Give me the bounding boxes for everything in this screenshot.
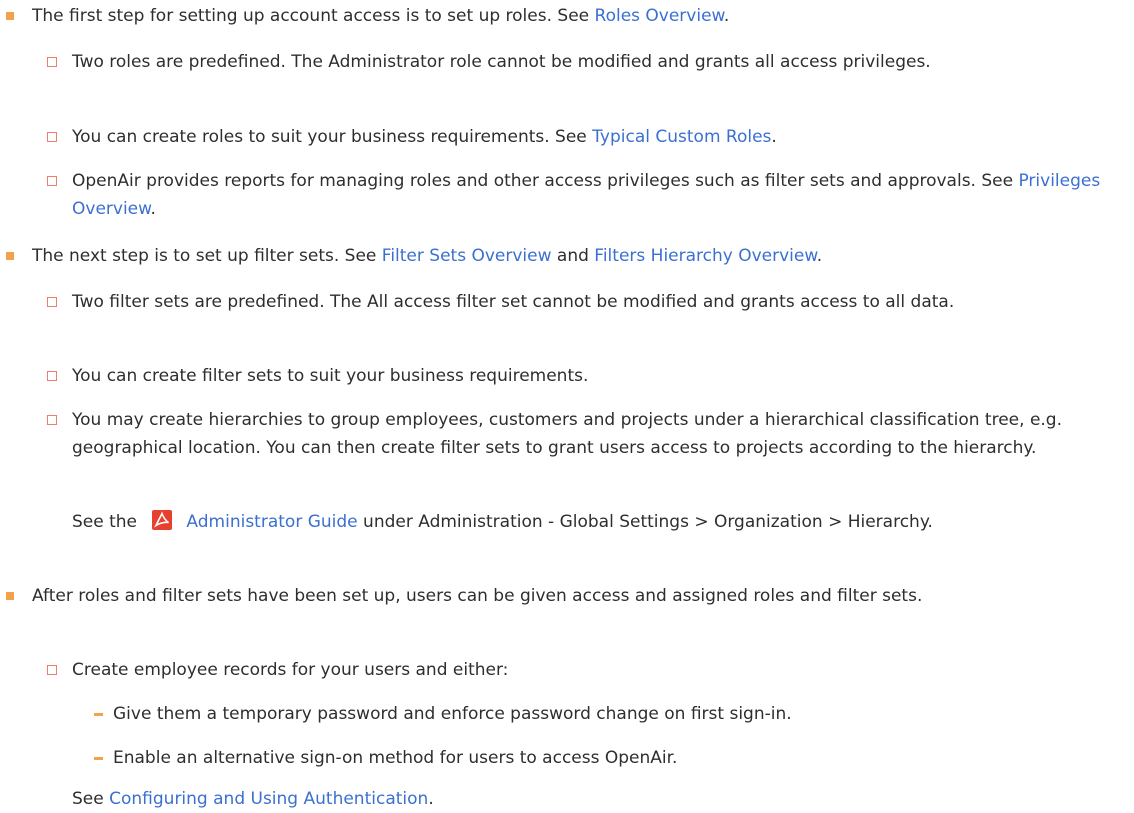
item-text: Two roles are predefined. The Administra… bbox=[72, 52, 931, 72]
item-text: The next step is to set up filter sets. … bbox=[32, 246, 382, 266]
item-text: You can create roles to suit your busine… bbox=[72, 127, 593, 147]
item-text: Enable an alternative sign-on method for… bbox=[113, 748, 678, 768]
bullet-hollow-square-icon bbox=[47, 132, 57, 142]
document-body: The first step for setting up account ac… bbox=[0, 0, 1134, 812]
item-text: Two filter sets are predefined. The All … bbox=[72, 292, 955, 312]
item-text: Create employee records for your users a… bbox=[72, 660, 509, 680]
item-text-end: . bbox=[150, 199, 156, 219]
link-configuring-authentication[interactable]: Configuring and Using Authentication bbox=[109, 789, 428, 809]
note-text: See bbox=[72, 789, 110, 809]
list-item-filter-sets-step: The next step is to set up filter sets. … bbox=[6, 242, 1107, 270]
list-item-predefined-filter-sets: Two filter sets are predefined. The All … bbox=[47, 288, 1117, 316]
bullet-dash-icon bbox=[94, 713, 103, 716]
item-text-mid: and bbox=[551, 246, 595, 266]
list-item-reports: OpenAir provides reports for managing ro… bbox=[47, 167, 1117, 223]
bullet-hollow-square-icon bbox=[47, 176, 57, 186]
bullet-hollow-square-icon bbox=[47, 57, 57, 67]
bullet-hollow-square-icon bbox=[47, 665, 57, 675]
list-item-users-access: After roles and filter sets have been se… bbox=[6, 582, 1107, 610]
item-text-end: . bbox=[816, 246, 823, 266]
bullet-hollow-square-icon bbox=[47, 415, 57, 425]
item-text: You may create hierarchies to group empl… bbox=[72, 410, 1063, 458]
bullet-square-icon bbox=[6, 252, 14, 260]
note-authentication: See Configuring and Using Authentication… bbox=[72, 785, 1112, 813]
bullet-square-icon bbox=[6, 12, 14, 20]
list-item-create-filter-sets: You can create filter sets to suit your … bbox=[47, 362, 1117, 390]
list-item-create-roles: You can create roles to suit your busine… bbox=[47, 123, 1117, 151]
list-item-alternative-sign-on: Enable an alternative sign-on method for… bbox=[94, 744, 1103, 772]
note-text-end: . bbox=[428, 789, 434, 809]
link-typical-custom-roles[interactable]: Typical Custom Roles bbox=[592, 127, 771, 147]
bullet-dash-icon bbox=[94, 757, 103, 760]
link-filters-hierarchy-overview[interactable]: Filters Hierarchy Overview bbox=[594, 246, 816, 266]
note-administrator-guide: See the Administrator Guide under Admini… bbox=[72, 508, 1112, 536]
link-roles-overview[interactable]: Roles Overview bbox=[595, 6, 724, 26]
link-administrator-guide[interactable]: Administrator Guide bbox=[186, 512, 357, 532]
pdf-icon[interactable] bbox=[152, 510, 173, 530]
bullet-hollow-square-icon bbox=[47, 371, 57, 381]
item-text: You can create filter sets to suit your … bbox=[72, 366, 589, 386]
item-text: OpenAir provides reports for managing ro… bbox=[72, 171, 1019, 191]
list-item-employee-records: Create employee records for your users a… bbox=[47, 656, 1117, 684]
note-text: See the bbox=[72, 512, 143, 532]
bullet-hollow-square-icon bbox=[47, 297, 57, 307]
list-item-hierarchies: You may create hierarchies to group empl… bbox=[47, 406, 1117, 462]
item-text: After roles and filter sets have been se… bbox=[32, 586, 923, 606]
item-text-end: . bbox=[771, 127, 777, 147]
item-text-end: . bbox=[723, 6, 730, 26]
note-text-end: under Administration - Global Settings >… bbox=[357, 512, 933, 532]
item-text: Give them a temporary password and enfor… bbox=[113, 704, 792, 724]
list-item-temporary-password: Give them a temporary password and enfor… bbox=[94, 700, 1103, 728]
list-item-roles-step: The first step for setting up account ac… bbox=[6, 2, 1107, 30]
list-item-predefined-roles: Two roles are predefined. The Administra… bbox=[47, 48, 1117, 76]
item-text: The first step for setting up account ac… bbox=[32, 6, 595, 26]
link-filter-sets-overview[interactable]: Filter Sets Overview bbox=[382, 246, 552, 266]
bullet-square-icon bbox=[6, 592, 14, 600]
